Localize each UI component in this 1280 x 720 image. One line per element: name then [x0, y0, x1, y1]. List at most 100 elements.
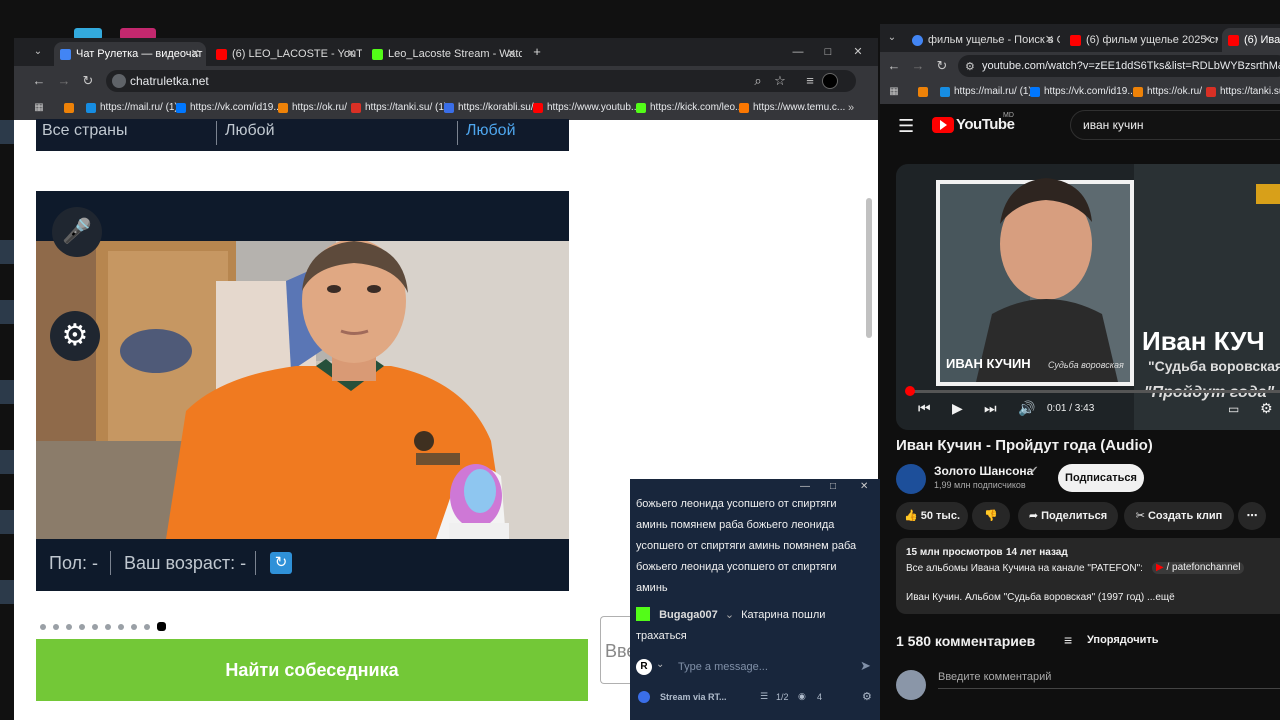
find-partner-button[interactable]: Найти собеседника — [36, 639, 588, 701]
progress-handle[interactable] — [904, 386, 915, 396]
tab-youtube-video[interactable]: (6) Иван К — [1222, 28, 1280, 52]
bookmark-item[interactable]: https://www.temu.c... — [739, 96, 845, 120]
channel-name[interactable]: Золото Шансона — [934, 464, 1033, 478]
apps-grid-icon[interactable]: ▦ — [31, 100, 47, 116]
chevron-down-icon[interactable]: ⌄ — [656, 659, 664, 670]
subtitles-icon[interactable]: ▭ — [1228, 402, 1239, 416]
bookmark-item[interactable]: https://mail.ru/ (1) — [940, 80, 1032, 104]
close-icon[interactable]: ✕ — [191, 42, 200, 66]
back-icon[interactable]: ← — [31, 73, 47, 89]
bookmark-item[interactable]: https://tanki.su/ (1) — [351, 96, 447, 120]
close-icon[interactable]: ✕ — [507, 42, 516, 66]
previous-icon[interactable]: ⏮ — [918, 400, 931, 417]
bookmark-item[interactable]: https://vk.com/id19... — [176, 96, 282, 120]
settings-gear-icon[interactable]: ⚙ — [50, 311, 100, 361]
clip-button[interactable]: ✂ Создать клип — [1124, 502, 1234, 530]
volume-icon[interactable]: 🔊 — [1018, 400, 1035, 417]
microphone-button[interactable]: 🎤 — [52, 207, 102, 257]
gender-select[interactable]: Любой — [225, 119, 275, 143]
close-window-button[interactable]: ✕ — [850, 44, 866, 60]
new-tab-button[interactable]: + — [529, 44, 545, 60]
reload-icon[interactable]: ↻ — [934, 58, 950, 74]
pagination-dot[interactable] — [105, 624, 111, 630]
tab-kick[interactable]: Leo_Lacoste Stream - Watch Li ✕ — [366, 42, 522, 66]
channel-avatar[interactable] — [896, 464, 926, 494]
country-select[interactable]: Все страны — [42, 119, 127, 143]
tab-youtube[interactable]: (6) LEO_LACOSTE - YouTube ✕ — [210, 42, 362, 66]
comment-input[interactable]: Введите комментарий — [938, 671, 1051, 683]
bookmark-item[interactable]: https://www.youtub... — [533, 96, 639, 120]
reload-icon[interactable]: ↻ — [80, 73, 96, 89]
chat-input[interactable]: Type a message... — [678, 661, 768, 673]
subscribe-button[interactable]: Подписаться — [1058, 464, 1144, 492]
progress-bar[interactable] — [904, 386, 1280, 396]
desktop-icon[interactable] — [0, 510, 14, 534]
settings-gear-icon[interactable]: ⚙ — [1260, 400, 1273, 417]
forward-icon[interactable]: → — [56, 73, 72, 89]
age-label[interactable]: Ваш возраст: - — [124, 553, 246, 574]
minimize-button[interactable]: — — [790, 44, 806, 60]
more-actions-button[interactable]: ⋯ — [1238, 502, 1266, 530]
chevron-down-icon[interactable]: ⌄ — [884, 30, 900, 46]
channel-link[interactable]: ▶ / patefonchannel — [1152, 562, 1245, 574]
bookmark-item[interactable]: https://vk.com/id19... — [1030, 80, 1136, 104]
settings-gear-icon[interactable]: ⚙ — [862, 690, 872, 703]
bookmark-item[interactable]: https://mail.ru/ (1) — [86, 96, 178, 120]
back-icon[interactable]: ← — [886, 58, 902, 74]
bookmark-item[interactable]: https://kick.com/leo... — [636, 96, 743, 120]
pagination-dot[interactable] — [53, 624, 59, 630]
bookmark-star-icon[interactable]: ☆ — [772, 73, 788, 89]
chevron-down-icon[interactable]: ⌄ — [30, 44, 46, 60]
address-bar[interactable]: chatruletka.net ⌕ ☆ ≡ — [106, 70, 856, 92]
share-button[interactable]: ➦ Поделиться — [1018, 502, 1118, 530]
tab-youtube-search[interactable]: (6) фильм ущелье 2025 смотре ✕ — [1064, 28, 1218, 52]
profile-avatar[interactable] — [822, 73, 838, 89]
pagination-dot[interactable] — [131, 624, 137, 630]
site-settings-icon[interactable]: ⚙ — [965, 56, 975, 78]
refresh-icon[interactable]: ↻ — [270, 552, 292, 574]
maximize-button[interactable]: □ — [830, 481, 836, 492]
search-input[interactable]: иван кучин — [1070, 110, 1280, 140]
desktop-icon[interactable] — [0, 450, 14, 474]
pagination-dot[interactable] — [79, 624, 85, 630]
send-icon[interactable]: ➤ — [860, 658, 871, 674]
bookmark-item[interactable] — [918, 80, 932, 104]
hamburger-menu-icon[interactable]: ☰ — [898, 116, 914, 137]
apps-grid-icon[interactable]: ▦ — [886, 84, 902, 100]
minimize-button[interactable]: — — [800, 481, 810, 492]
tab-google-search[interactable]: фильм ущелье - Поиск в Goog ✕ — [906, 28, 1060, 52]
desktop-icon[interactable] — [0, 380, 14, 404]
tab-chatruletka[interactable]: Чат Рулетка — видеочат с ✕ — [54, 42, 206, 66]
chat-username[interactable]: Bugaga007 — [659, 609, 718, 621]
sort-icon[interactable]: ≡ — [1064, 632, 1072, 648]
scrollbar[interactable] — [866, 198, 872, 338]
video-player[interactable]: ИВАН КУЧИН Судьба воровская Иван КУЧ "Су… — [896, 164, 1280, 430]
bookmark-item[interactable] — [64, 96, 78, 120]
close-window-button[interactable]: ✕ — [860, 481, 868, 492]
youtube-logo-icon[interactable] — [932, 117, 954, 133]
zoom-icon[interactable]: ⌕ — [750, 73, 766, 89]
pagination-dot[interactable] — [92, 624, 98, 630]
bookmark-item[interactable]: https://tanki.su/ (1) — [1206, 80, 1280, 104]
address-bar[interactable]: ⚙ youtube.com/watch?v=zEE1ddS6Tks&list=R… — [958, 55, 1280, 77]
desktop-icon[interactable] — [0, 300, 14, 324]
pagination-dot[interactable] — [144, 624, 150, 630]
close-icon[interactable]: ✕ — [1045, 28, 1054, 52]
description-box[interactable]: 15 млн просмотров 14 лет назад Все альбо… — [896, 538, 1280, 614]
pagination-dot[interactable] — [118, 624, 124, 630]
bookmark-item[interactable]: https://korabli.su/ — [444, 96, 534, 120]
pagination-dot[interactable] — [40, 624, 46, 630]
media-icon[interactable]: ≡ — [802, 73, 818, 89]
sort-button[interactable]: Упорядочить — [1087, 634, 1159, 646]
next-icon[interactable]: ⏭ — [984, 400, 997, 417]
maximize-button[interactable]: □ — [820, 44, 836, 60]
partner-gender-select[interactable]: Любой — [466, 119, 516, 143]
desktop-icon[interactable] — [0, 580, 14, 604]
bookmark-item[interactable]: https://ok.ru/ — [278, 96, 347, 120]
pagination-dot[interactable] — [66, 624, 72, 630]
more-bookmarks-icon[interactable]: » — [843, 100, 859, 116]
desktop-icon[interactable] — [0, 240, 14, 264]
like-button[interactable]: 👍 50 тыс. — [896, 502, 968, 530]
description-line[interactable]: Иван Кучин. Альбом "Судьба воровская" (1… — [906, 592, 1175, 603]
pagination-dot-active[interactable] — [157, 622, 166, 631]
